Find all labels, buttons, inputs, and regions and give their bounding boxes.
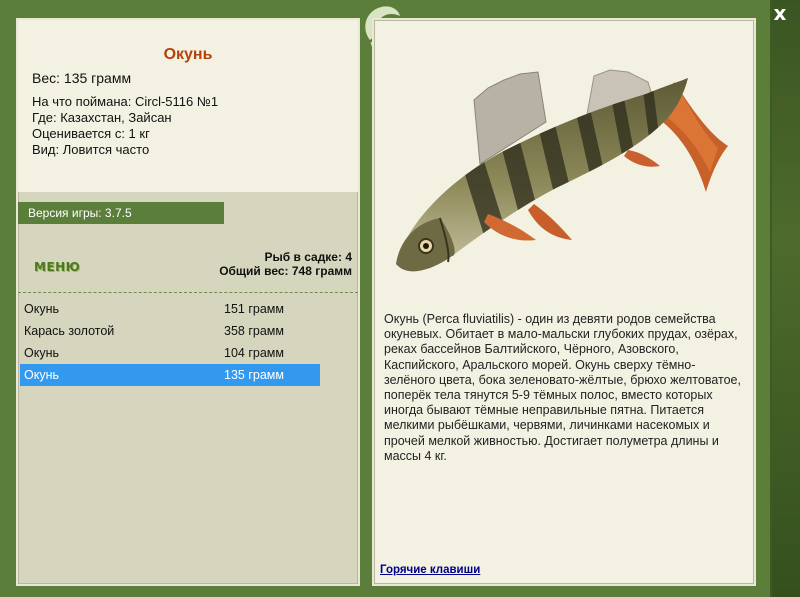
perch-fish-image	[396, 69, 728, 272]
hotkeys-link[interactable]: Горячие клавиши	[380, 564, 480, 576]
catch-name: Окунь	[24, 368, 59, 382]
menu-button[interactable]: МЕНЮ	[34, 260, 80, 274]
fish-description: Окунь (Perca fluviatilis) - один из девя…	[384, 312, 741, 463]
location-info: Где: Казахстан, Зайсан	[32, 110, 172, 125]
catch-weight: 135 грамм	[224, 368, 284, 382]
frequency-info: Вид: Ловится часто	[32, 142, 150, 157]
close-button[interactable]: x	[770, 2, 790, 24]
list-item-selected[interactable]: Окунь 135 грамм	[20, 364, 320, 386]
divider	[18, 292, 358, 293]
catch-weight: 151 грамм	[224, 302, 284, 316]
fish-title: Окунь	[163, 46, 213, 63]
list-item[interactable]: Карась золотой 358 грамм	[20, 320, 320, 342]
catch-name: Окунь	[24, 346, 59, 360]
list-item[interactable]: Окунь 151 грамм	[20, 298, 320, 320]
right-panel: Окунь (Perca fluviatilis) - один из девя…	[372, 18, 756, 586]
catch-name: Окунь	[24, 302, 59, 316]
valued-info: Оценивается с: 1 кг	[32, 126, 150, 141]
left-panel: Окунь Вес: 135 грамм На что поймана: Cir…	[16, 18, 360, 586]
keepnet-stats: Рыб в садке: 4 Общий вес: 748 грамм	[219, 250, 352, 278]
bait-info: На что поймана: Circl-5116 №1	[32, 94, 219, 109]
catch-weight: 104 грамм	[224, 346, 284, 360]
list-item[interactable]: Окунь 104 грамм	[20, 342, 320, 364]
fish-count: Рыб в садке: 4	[264, 250, 352, 264]
catch-weight: 358 грамм	[224, 324, 284, 338]
background-strip	[772, 0, 800, 597]
fish-weight: Вес: 135 грамм	[32, 70, 132, 86]
version-label: Версия игры: 3.7.5	[18, 202, 224, 224]
catch-name: Карась золотой	[24, 324, 115, 338]
fish-info-card: Окунь Вес: 135 грамм На что поймана: Cir…	[18, 20, 358, 192]
catch-list: Окунь 151 грамм Карась золотой 358 грамм…	[20, 298, 320, 386]
total-weight: Общий вес: 748 грамм	[219, 264, 352, 278]
